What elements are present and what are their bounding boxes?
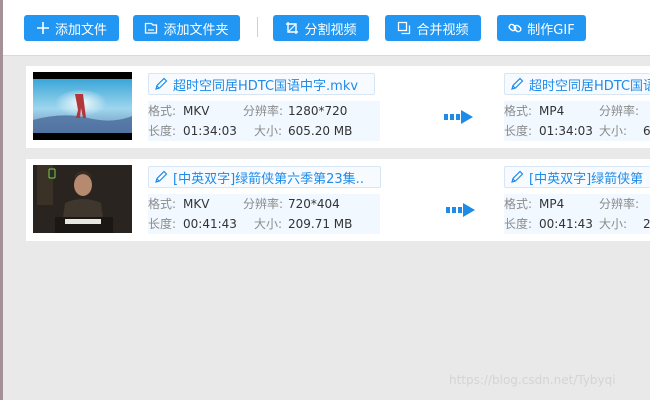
format-label: 格式: — [504, 104, 533, 118]
add-file-button[interactable]: 添加文件 — [24, 15, 119, 41]
output-info-panel: 格式: MP4 分辨率: 长度: 01:34:03 大小: 6 — [504, 101, 650, 141]
add-folder-button[interactable]: 添加文件夹 — [133, 15, 240, 41]
format-value: MP4 — [539, 197, 565, 211]
task-row: [中英双字]绿箭侠第六季第23集.. 格式: MKV 分辨率: 720*404 … — [26, 159, 650, 241]
file-name-text: [中英双字]绿箭侠第 — [529, 171, 644, 187]
window-left-edge — [0, 0, 3, 400]
merge-video-label: 合并视频 — [416, 22, 469, 38]
source-file-name[interactable]: 超时空同居HDTC国语中字.mkv — [148, 73, 375, 95]
file-name-text: [中英双字]绿箭侠第六季第23集.. — [173, 171, 364, 187]
duration-value: 00:41:43 — [183, 217, 237, 231]
size-label: 大小: — [599, 217, 628, 231]
format-label: 格式: — [504, 197, 533, 211]
size-label: 大小: — [254, 217, 283, 231]
size-value: 2 — [643, 217, 650, 231]
resolution-label: 分辨率: — [599, 104, 640, 118]
output-file-name[interactable]: [中英双字]绿箭侠第 — [504, 166, 650, 188]
split-video-button[interactable]: 分割视频 — [273, 15, 369, 41]
link-icon — [508, 21, 522, 35]
task-row: 超时空同居HDTC国语中字.mkv 格式: MKV 分辨率: 1280*720 … — [26, 66, 650, 148]
make-gif-label: 制作GIF — [527, 22, 575, 38]
crop-icon — [285, 21, 299, 35]
resolution-label: 分辨率: — [243, 197, 284, 211]
add-folder-label: 添加文件夹 — [163, 22, 229, 38]
merge-video-button[interactable]: 合并视频 — [385, 15, 481, 41]
duration-value: 00:41:43 — [539, 217, 593, 231]
video-thumbnail — [33, 165, 132, 233]
format-value: MKV — [183, 197, 210, 211]
edit-pencil-icon — [155, 77, 168, 90]
format-value: MP4 — [539, 104, 565, 118]
add-file-label: 添加文件 — [54, 22, 107, 38]
duration-label: 长度: — [148, 124, 177, 138]
make-gif-button[interactable]: 制作GIF — [497, 15, 586, 41]
plus-icon — [36, 21, 50, 35]
watermark: https://blog.csdn.net/Tybyqi — [449, 373, 616, 387]
size-value: 6 — [643, 124, 650, 138]
folder-icon — [144, 21, 158, 35]
duration-label: 长度: — [148, 217, 177, 231]
copy-icon — [397, 21, 411, 35]
size-label: 大小: — [254, 124, 283, 138]
size-value: 605.20 MB — [288, 124, 353, 138]
size-label: 大小: — [599, 124, 628, 138]
output-file-name[interactable]: 超时空同居HDTC国语中字 — [504, 73, 650, 95]
duration-value: 01:34:03 — [539, 124, 593, 138]
convert-arrow-icon — [446, 203, 476, 217]
convert-arrow-icon — [444, 110, 474, 124]
size-value: 209.71 MB — [288, 217, 353, 231]
toolbar-divider — [257, 17, 258, 37]
file-name-text: 超时空同居HDTC国语中字 — [529, 78, 650, 94]
split-video-label: 分割视频 — [304, 22, 357, 38]
duration-label: 长度: — [504, 124, 533, 138]
video-thumbnail — [33, 72, 132, 140]
duration-label: 长度: — [504, 217, 533, 231]
resolution-label: 分辨率: — [243, 104, 284, 118]
resolution-label: 分辨率: — [599, 197, 640, 211]
source-file-name[interactable]: [中英双字]绿箭侠第六季第23集.. — [148, 166, 381, 188]
edit-pencil-icon — [511, 77, 524, 90]
resolution-value: 720*404 — [288, 197, 340, 211]
format-value: MKV — [183, 104, 210, 118]
source-info-panel: 格式: MKV 分辨率: 1280*720 长度: 01:34:03 大小: 6… — [148, 101, 380, 141]
format-label: 格式: — [148, 197, 177, 211]
format-label: 格式: — [148, 104, 177, 118]
edit-pencil-icon — [155, 170, 168, 183]
edit-pencil-icon — [511, 170, 524, 183]
duration-value: 01:34:03 — [183, 124, 237, 138]
output-info-panel: 格式: MP4 分辨率: 长度: 00:41:43 大小: 2 — [504, 194, 650, 234]
resolution-value: 1280*720 — [288, 104, 348, 118]
toolbar: 添加文件 添加文件夹 分割视频 合并视频 制作GIF — [3, 0, 650, 56]
source-info-panel: 格式: MKV 分辨率: 720*404 长度: 00:41:43 大小: 20… — [148, 194, 380, 234]
file-name-text: 超时空同居HDTC国语中字.mkv — [173, 78, 359, 94]
